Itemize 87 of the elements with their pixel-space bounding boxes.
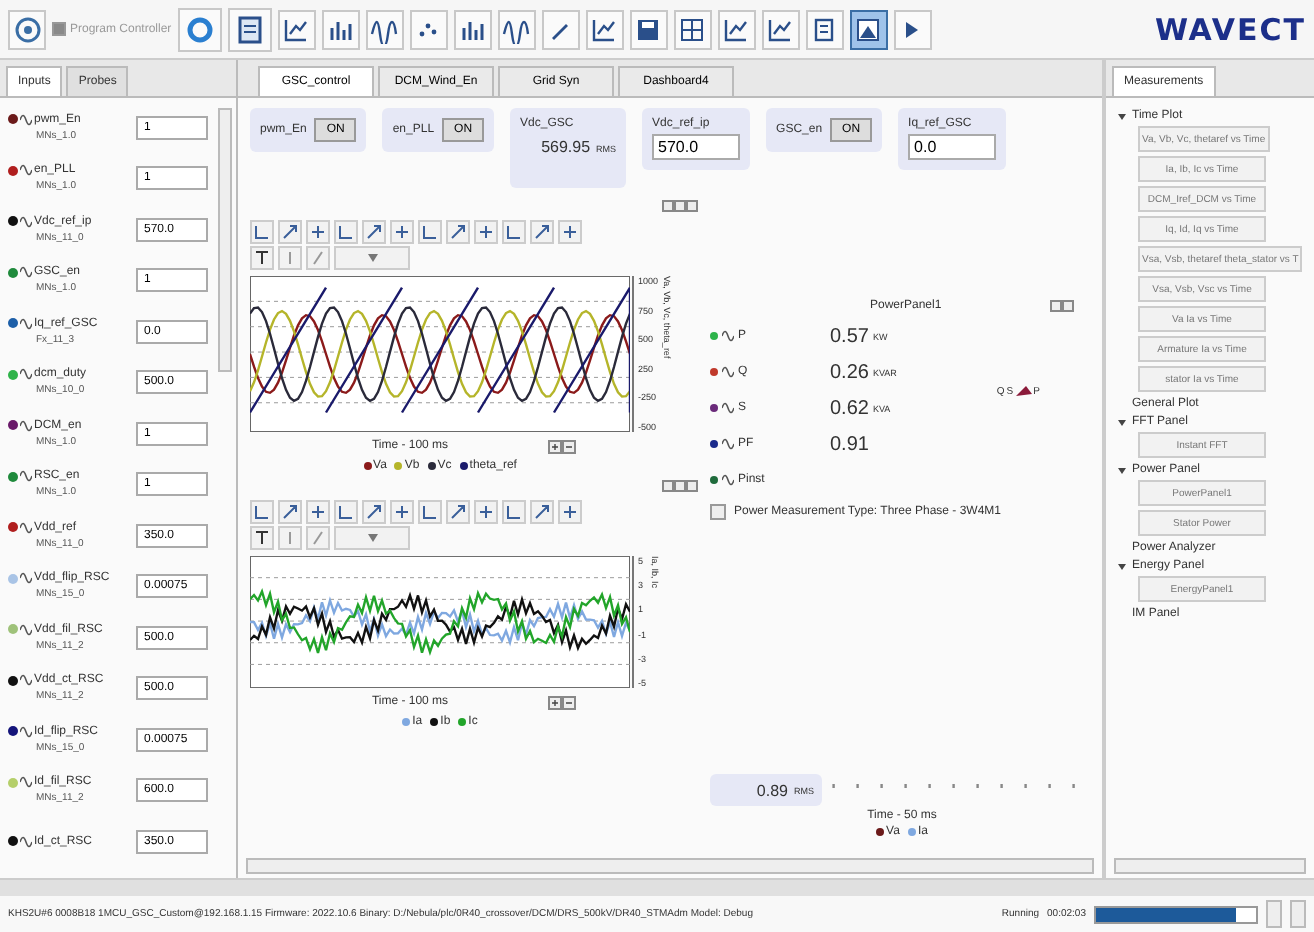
wave-icon bbox=[722, 438, 734, 450]
play-icon[interactable] bbox=[893, 9, 932, 49]
cursor-tool-icon[interactable] bbox=[250, 220, 274, 244]
expand-arrow-icon[interactable] bbox=[1118, 419, 1126, 425]
wave-icon[interactable] bbox=[365, 9, 404, 49]
window-controls-icon[interactable] bbox=[662, 480, 698, 492]
grid-icon[interactable] bbox=[673, 9, 712, 49]
chart-icon[interactable] bbox=[761, 9, 800, 49]
wave-icon bbox=[20, 521, 32, 534]
pen-icon[interactable] bbox=[541, 9, 580, 49]
measure-value: 0.26 bbox=[830, 361, 869, 383]
expand-arrow-icon[interactable] bbox=[1118, 113, 1126, 119]
wave-icon bbox=[722, 366, 734, 378]
cursor-tool-icon[interactable] bbox=[502, 500, 526, 524]
expand-arrow-icon[interactable] bbox=[1118, 563, 1126, 569]
measure-value: 0.91 bbox=[830, 433, 869, 455]
measure-tool-icon[interactable] bbox=[390, 500, 414, 524]
refresh-icon[interactable] bbox=[177, 7, 222, 51]
wave-icon bbox=[20, 835, 32, 848]
zoom-buttons-icon[interactable] bbox=[548, 696, 577, 714]
display-value: 569.95 bbox=[541, 138, 591, 156]
caret-icon bbox=[367, 254, 377, 262]
zoom-tool-icon[interactable] bbox=[362, 500, 386, 524]
input-field[interactable]: 570.0 bbox=[652, 134, 741, 160]
bars-icon[interactable] bbox=[321, 9, 360, 49]
input-field[interactable]: 0.0 bbox=[908, 134, 997, 160]
expand-arrow-icon[interactable] bbox=[1118, 467, 1126, 473]
wave-icon[interactable] bbox=[497, 9, 536, 49]
wave-icon bbox=[20, 215, 32, 228]
wave-icon bbox=[20, 164, 32, 177]
scatter-icon[interactable] bbox=[409, 9, 448, 49]
wave-icon bbox=[20, 470, 32, 483]
document-icon[interactable] bbox=[227, 7, 272, 51]
scrollbar[interactable] bbox=[246, 858, 1094, 874]
wave-icon bbox=[20, 113, 32, 126]
wave-icon bbox=[722, 474, 734, 486]
text-tool-icon[interactable] bbox=[250, 246, 274, 270]
zoom-tool-icon[interactable] bbox=[530, 500, 554, 524]
scrollbar[interactable] bbox=[1114, 858, 1306, 874]
save-icon[interactable] bbox=[629, 9, 668, 49]
window-controls-icon[interactable] bbox=[662, 200, 698, 212]
wave-icon bbox=[20, 674, 32, 687]
measure-value: 0.57 bbox=[830, 325, 869, 347]
bars-icon[interactable] bbox=[453, 9, 492, 49]
power-icon[interactable] bbox=[8, 9, 46, 49]
chart-icon[interactable] bbox=[585, 9, 624, 49]
measure-tool-icon[interactable] bbox=[474, 500, 498, 524]
measure-tool-icon[interactable] bbox=[558, 500, 582, 524]
cursor-tool-icon[interactable] bbox=[418, 500, 442, 524]
wave-icon bbox=[20, 776, 32, 789]
scrollbar[interactable] bbox=[218, 108, 232, 372]
chart-icon[interactable] bbox=[277, 9, 316, 49]
zoom-tool-icon[interactable] bbox=[530, 220, 554, 244]
measure-tool-icon[interactable] bbox=[390, 220, 414, 244]
wave-icon bbox=[20, 725, 32, 738]
cursor-tool-icon[interactable] bbox=[334, 500, 358, 524]
zoom-tool-icon[interactable] bbox=[446, 220, 470, 244]
phasor-icon bbox=[1015, 386, 1032, 398]
measure-tool-icon[interactable] bbox=[306, 220, 330, 244]
wave-icon bbox=[722, 330, 734, 342]
cursor-tool-icon[interactable] bbox=[250, 500, 274, 524]
caret-icon bbox=[367, 534, 377, 542]
zoom-tool-icon[interactable] bbox=[446, 500, 470, 524]
zoom-tool-icon[interactable] bbox=[278, 500, 302, 524]
doc-icon[interactable] bbox=[805, 9, 844, 49]
measure-tool-icon[interactable] bbox=[306, 500, 330, 524]
measure-value: 0.62 bbox=[830, 397, 869, 419]
cursor-tool-icon[interactable] bbox=[334, 220, 358, 244]
wave-icon bbox=[20, 317, 32, 330]
wave-icon bbox=[20, 572, 32, 585]
window-controls-icon[interactable] bbox=[1050, 300, 1074, 316]
cursor-tool-icon[interactable] bbox=[502, 220, 526, 244]
wave-icon bbox=[20, 419, 32, 432]
logo-text: WAVECT bbox=[1154, 11, 1306, 47]
measure-tool-icon[interactable] bbox=[474, 220, 498, 244]
wave-icon bbox=[722, 402, 734, 414]
wave-icon bbox=[20, 266, 32, 279]
zoom-tool-icon[interactable] bbox=[278, 220, 302, 244]
zoom-tool-icon[interactable] bbox=[362, 220, 386, 244]
text-tool-icon[interactable] bbox=[250, 526, 274, 550]
measure-tool-icon[interactable] bbox=[558, 220, 582, 244]
image-icon[interactable] bbox=[849, 9, 888, 49]
wave-icon bbox=[20, 623, 32, 636]
chart-icon[interactable] bbox=[717, 9, 756, 49]
wave-icon bbox=[20, 368, 32, 381]
cursor-tool-icon[interactable] bbox=[418, 220, 442, 244]
zoom-buttons-icon[interactable] bbox=[548, 440, 577, 458]
